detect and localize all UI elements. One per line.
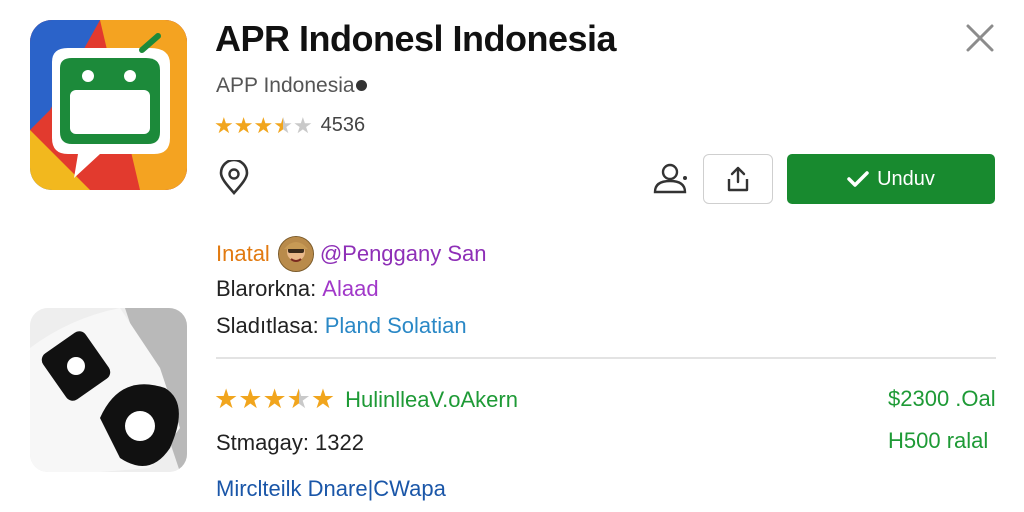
star-half-icon: ★: [273, 112, 293, 138]
install-button-label: Unduv: [877, 167, 935, 190]
star-icon: ★: [262, 384, 287, 414]
category-row: Blarorkna: Alaad: [216, 276, 379, 302]
star-icon: ★: [233, 112, 254, 138]
install-button[interactable]: Unduv: [787, 154, 995, 204]
star-icon: ★: [310, 384, 336, 414]
star-empty-icon: ★: [292, 112, 313, 138]
location-pin-icon[interactable]: [216, 158, 252, 196]
solution-label: Sladıtlasa:: [216, 313, 319, 338]
price-primary: $2300 .Oal: [888, 386, 996, 411]
star-icon: ★: [214, 112, 234, 138]
person-icon[interactable]: [650, 162, 690, 196]
check-icon: [847, 171, 869, 187]
developer-badge-icon: [355, 80, 367, 91]
second-app-icon[interactable]: [30, 308, 187, 472]
category-label: Blarorkna:: [216, 276, 317, 301]
rating-count: 4536: [320, 114, 366, 136]
install-info-label: Inatal: [216, 241, 270, 266]
solution-value[interactable]: Pland Solatian: [325, 313, 467, 339]
second-rating-row: ★ ★ ★ ★ ★ HulinlleaV.oAkern: [214, 386, 518, 413]
rating-row: ★ ★ ★ ★ ★ 4536: [214, 114, 365, 137]
app-icon: [30, 20, 187, 190]
star-icon: ★: [214, 384, 239, 414]
star-icon: ★: [238, 384, 263, 414]
share-icon: [727, 166, 749, 192]
install-info-row: Inatal @Penggany San: [216, 236, 487, 272]
app-title: APR Indonesl Indonesia: [215, 18, 617, 59]
developer-name-text: APP Indonesia: [216, 74, 355, 97]
rating-link[interactable]: HulinlleaV.oAkern: [345, 387, 518, 413]
rating-stars: ★ ★ ★ ★ ★: [214, 112, 313, 138]
developer-handle[interactable]: @Penggany San: [320, 241, 487, 267]
star-icon: ★: [253, 112, 274, 138]
developer-avatar-icon: [277, 236, 314, 272]
close-icon[interactable]: [962, 20, 998, 56]
summary-text: Stmagay: 1322: [216, 430, 364, 455]
share-button[interactable]: [703, 154, 773, 204]
category-value[interactable]: Alaad: [322, 276, 378, 302]
rating-stars: ★ ★ ★ ★ ★: [214, 386, 335, 413]
price-secondary: H500 ralal: [888, 428, 989, 453]
divider: [216, 357, 996, 359]
star-half-icon: ★: [286, 384, 311, 414]
solution-row: Sladıtlasa: Pland Solatian: [216, 313, 467, 339]
bottom-link[interactable]: Mirclteilk Dnare|CWapa: [216, 476, 446, 502]
developer-name[interactable]: APP Indonesia: [216, 74, 367, 98]
